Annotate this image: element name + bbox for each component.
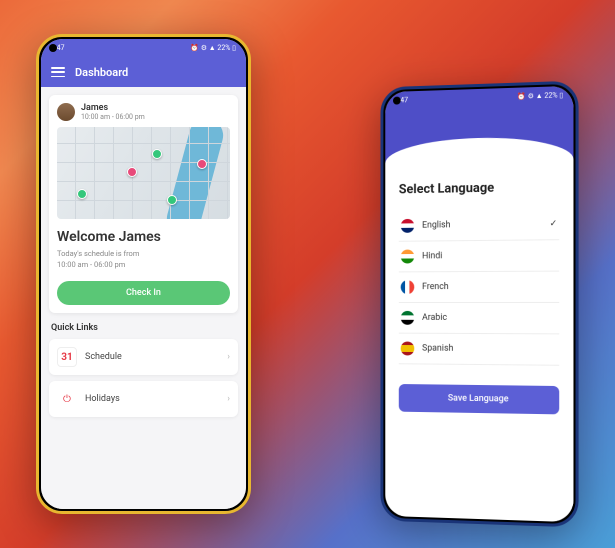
link-label: Holidays	[85, 394, 219, 404]
select-language-title: Select Language	[399, 179, 559, 197]
map-pin-icon	[152, 149, 162, 159]
lang-label: Hindi	[422, 251, 442, 261]
welcome-heading: Welcome James	[57, 229, 230, 245]
flag-in-icon	[401, 250, 415, 264]
user-shift: 10:00 am - 06:00 pm	[81, 113, 145, 121]
flag-ae-icon	[401, 311, 415, 325]
screen-a: 7:47 ⏰ ⚙ ▲ 22% ▯ Dashboard James 10:00 a…	[41, 39, 246, 509]
lang-label: Spanish	[422, 344, 453, 354]
flag-gb-icon	[401, 219, 415, 233]
status-icons: ⏰ ⚙ ▲ 22% ▯	[190, 44, 236, 52]
lang-hindi[interactable]: Hindi	[399, 240, 559, 272]
status-bar: 7:47 ⏰ ⚙ ▲ 22% ▯	[41, 39, 246, 57]
flag-fr-icon	[401, 280, 415, 294]
map-pin-icon	[77, 189, 87, 199]
header-wave	[385, 104, 573, 167]
lang-arabic[interactable]: Arabic	[399, 303, 559, 334]
check-icon: ✓	[550, 219, 558, 229]
status-icons: ⏰ ⚙ ▲ 22% ▯	[517, 91, 563, 101]
page-title: Dashboard	[75, 66, 128, 79]
dashboard-body: James 10:00 am - 06:00 pm Welcome James …	[41, 87, 246, 509]
link-schedule[interactable]: 31 Schedule ›	[49, 339, 238, 375]
power-icon: ⏻	[57, 389, 77, 409]
lang-label: French	[422, 282, 449, 292]
avatar	[57, 103, 75, 121]
checkin-button[interactable]: Check In	[57, 281, 230, 305]
map-pin-icon	[167, 195, 177, 205]
quick-links-title: Quick Links	[51, 323, 238, 333]
user-row: James 10:00 am - 06:00 pm	[57, 103, 230, 121]
language-body: Select Language English ✓ Hindi French A…	[385, 163, 573, 522]
flag-es-icon	[401, 342, 415, 356]
menu-icon[interactable]	[51, 67, 65, 77]
phone-language: 7:47 ⏰ ⚙ ▲ 22% ▯ Select Language English…	[380, 81, 578, 528]
phone-dashboard: 7:47 ⏰ ⚙ ▲ 22% ▯ Dashboard James 10:00 a…	[36, 34, 251, 514]
link-holidays[interactable]: ⏻ Holidays ›	[49, 381, 238, 417]
lang-label: Arabic	[422, 313, 447, 323]
user-name: James	[81, 103, 145, 113]
calendar-icon: 31	[57, 347, 77, 367]
lang-label: English	[422, 220, 450, 230]
welcome-card: James 10:00 am - 06:00 pm Welcome James …	[49, 95, 238, 313]
app-header: Dashboard	[41, 57, 246, 87]
map-pin-icon	[127, 167, 137, 177]
lang-french[interactable]: French	[399, 272, 559, 303]
chevron-right-icon: ›	[227, 352, 230, 362]
link-label: Schedule	[85, 352, 219, 362]
schedule-text: Today's schedule is from 10:00 am - 06:0…	[57, 249, 230, 270]
screen-b: 7:47 ⏰ ⚙ ▲ 22% ▯ Select Language English…	[385, 86, 573, 522]
map-pin-icon	[197, 159, 207, 169]
save-language-button[interactable]: Save Language	[399, 384, 559, 414]
chevron-right-icon: ›	[227, 394, 230, 404]
camera-punch	[49, 44, 57, 52]
lang-english[interactable]: English ✓	[399, 209, 559, 242]
map-preview[interactable]	[57, 127, 230, 219]
lang-spanish[interactable]: Spanish	[399, 334, 559, 366]
